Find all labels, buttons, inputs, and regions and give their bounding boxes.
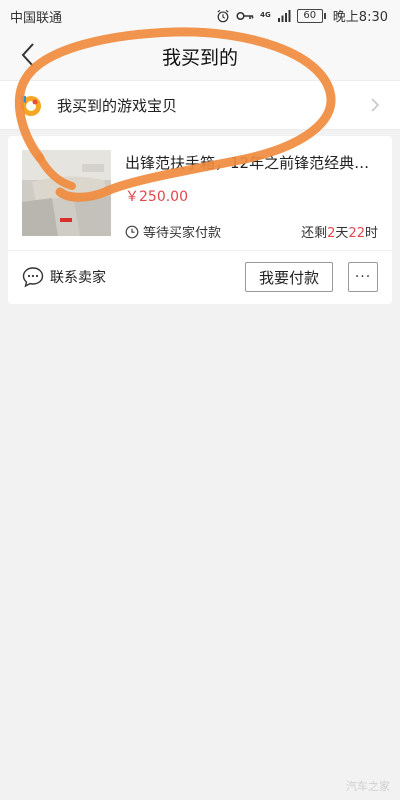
game-logo-icon: [21, 96, 41, 116]
network-type: 4G: [260, 11, 271, 19]
product-title[interactable]: 出锋范扶手箱，12年之前锋范经典…: [125, 152, 383, 173]
remaining-hours: 22: [348, 226, 365, 241]
status-icons: 4G 60 晚上8:30: [216, 6, 388, 25]
carrier-name: 中国联通: [10, 11, 63, 26]
product-photo: [22, 150, 111, 236]
title-bar: 我买到的: [0, 30, 400, 80]
time-remaining: 还剩2天22时: [301, 222, 378, 241]
contact-seller-button[interactable]: 联系卖家: [22, 266, 106, 288]
order-status: 等待买家付款: [125, 222, 221, 241]
signal-icon: [277, 9, 291, 22]
order-status-text: 等待买家付款: [143, 226, 222, 241]
product-price: ￥250.00: [125, 189, 188, 205]
product-thumbnail[interactable]: [22, 150, 111, 236]
clock-icon: [125, 225, 139, 238]
clock-time: 晚上8:30: [332, 10, 388, 25]
card-divider: [8, 250, 392, 251]
order-card[interactable]: 出锋范扶手箱，12年之前锋范经典… ￥250.00 等待买家付款 还剩2天22时…: [8, 136, 392, 304]
pay-now-button[interactable]: 我要付款: [245, 262, 333, 292]
chat-bubble-icon: [22, 267, 44, 288]
alarm-icon: [217, 9, 229, 22]
game-entry-label: 我买到的游戏宝贝: [57, 97, 178, 115]
more-options-button[interactable]: ···: [348, 262, 378, 292]
page-title: 我买到的: [161, 47, 238, 69]
remaining-hours-unit: 时: [364, 226, 378, 241]
remaining-prefix: 还剩: [301, 226, 328, 241]
contact-seller-label: 联系卖家: [50, 270, 106, 286]
game-purchases-entry[interactable]: 我买到的游戏宝贝: [0, 80, 400, 130]
key-icon: [236, 11, 254, 20]
chevron-right-icon: [371, 98, 380, 112]
remaining-days-unit: 天: [335, 226, 349, 241]
watermark: 汽车之家: [346, 780, 390, 793]
status-bar: 中国联通 4G 60 晚上8:30: [0, 0, 400, 30]
battery-indicator: 60: [296, 8, 326, 23]
